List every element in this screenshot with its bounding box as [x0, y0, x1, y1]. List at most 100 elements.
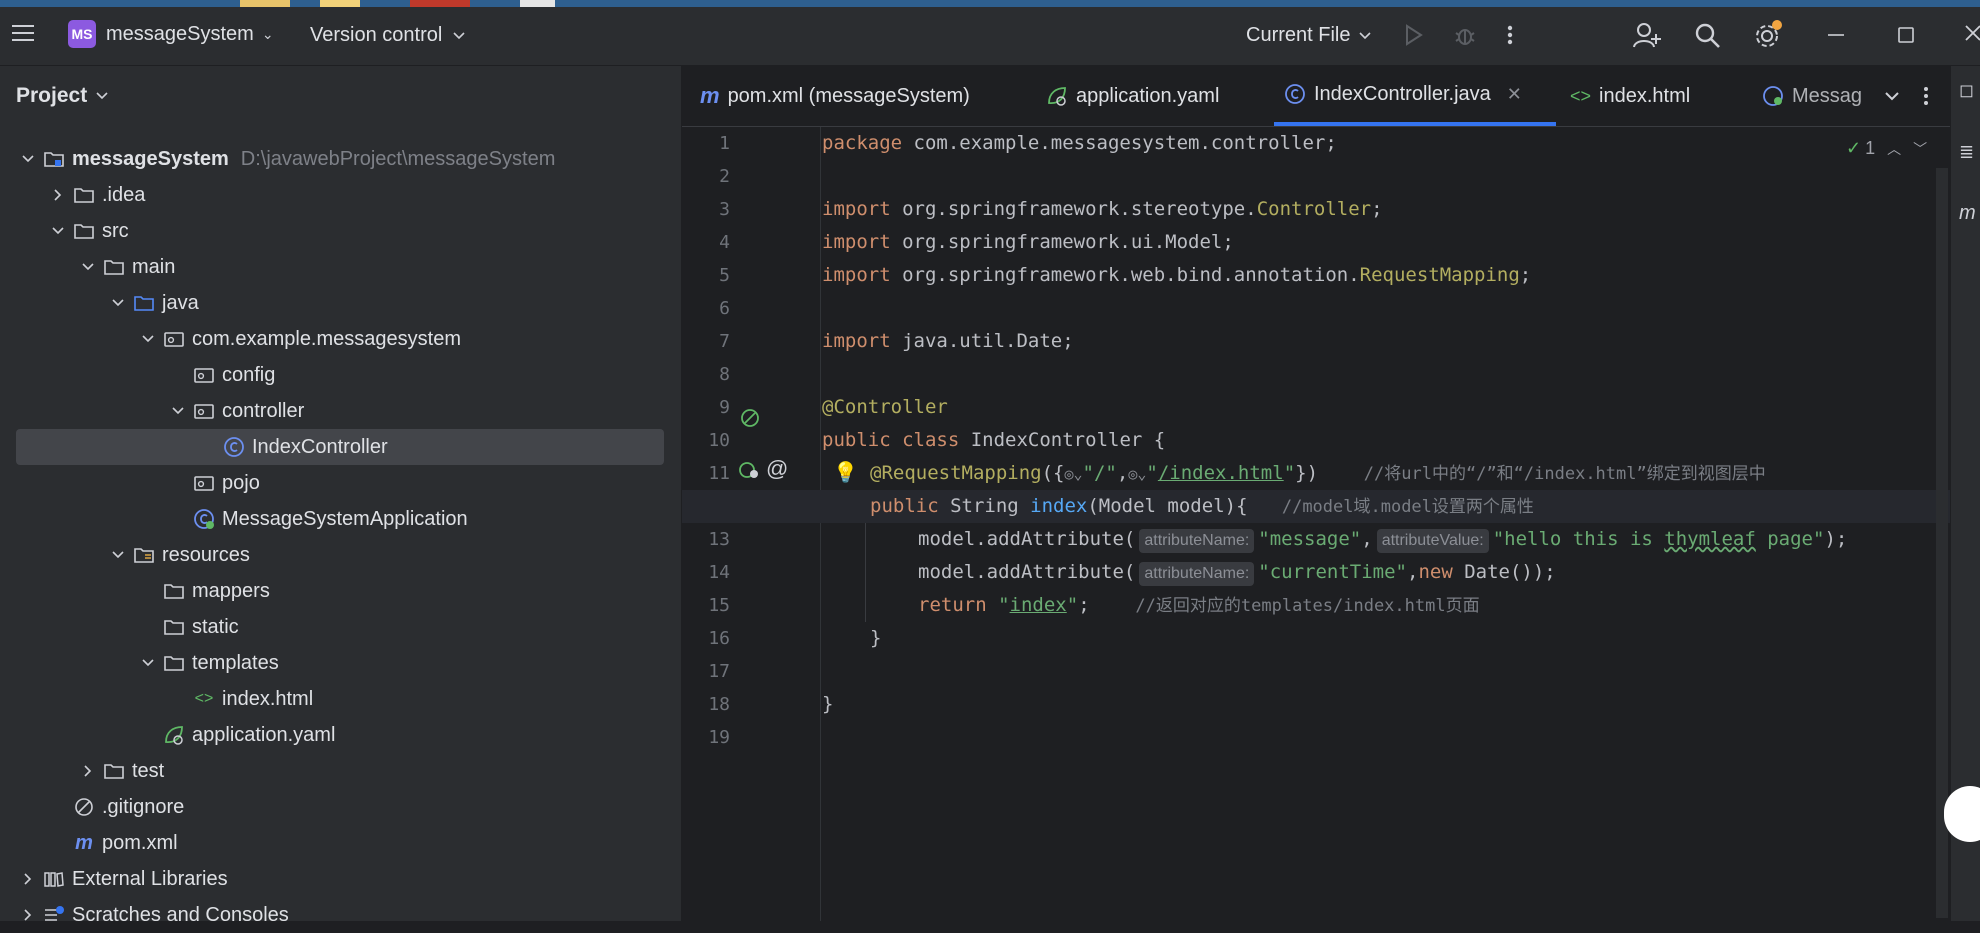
tree-item-label: pom.xml	[102, 831, 178, 854]
tree-item[interactable]: messageSystem D:\javawebProject\messageSy…	[0, 141, 681, 177]
chevron-down-icon[interactable]	[108, 545, 128, 565]
libs-icon	[42, 868, 66, 890]
editor-gutter: 12345678910111213141516171819 @	[682, 127, 821, 921]
project-badge: MS	[68, 20, 96, 48]
code-line-1: package com.example.messagesystem.contro…	[822, 132, 1337, 154]
code-editor[interactable]: package com.example.messagesystem.contro…	[682, 127, 1980, 921]
tab-more-icon[interactable]	[1922, 66, 1930, 126]
project-path: D:\javawebProject\messageSystem	[240, 147, 556, 170]
chevron-down-icon[interactable]	[48, 221, 68, 241]
tree-item-label: .idea	[102, 183, 146, 206]
close-tab-icon[interactable]: ✕	[1507, 84, 1522, 105]
database-icon[interactable]: ≣	[1959, 142, 1974, 163]
tree-item-label: controller	[222, 399, 305, 422]
tree-item[interactable]: main	[0, 249, 681, 285]
lightbulb-icon[interactable]: 💡	[833, 460, 858, 485]
settings-gear-icon[interactable]	[1752, 19, 1784, 51]
srcfolder-icon	[132, 292, 156, 314]
tree-item[interactable]: .gitignore	[0, 789, 681, 825]
add-user-icon[interactable]	[1632, 20, 1662, 50]
chevron-down-icon[interactable]	[78, 257, 98, 277]
chevron-right-icon[interactable]	[78, 761, 98, 781]
tree-item[interactable]: IndexController	[0, 429, 681, 465]
more-actions-icon[interactable]	[1505, 23, 1515, 47]
tree-item[interactable]: External Libraries	[0, 861, 681, 897]
tree-item[interactable]: resources	[0, 537, 681, 573]
project-view-selector[interactable]: Project	[16, 84, 109, 108]
maximize-window-icon[interactable]	[1896, 25, 1916, 45]
project-view-title: Project	[16, 84, 88, 107]
tab-messagesystemapplication[interactable]: Messag	[1762, 66, 1872, 126]
tab-label: Messag	[1792, 84, 1863, 107]
tree-item[interactable]: application.yaml	[0, 717, 681, 753]
debug-icon[interactable]	[1452, 23, 1478, 47]
tree-item[interactable]: test	[0, 753, 681, 789]
code-line-14: model.addAttribute(attributeName: "curren…	[918, 556, 1556, 589]
tab-application-yaml[interactable]: application.yaml	[1046, 66, 1219, 126]
chevron-down-icon[interactable]	[168, 401, 188, 421]
tab-index-html[interactable]: <> index.html	[1570, 66, 1690, 126]
folder-icon	[72, 220, 96, 242]
tree-item[interactable]: src	[0, 213, 681, 249]
version-control-menu[interactable]: Version control	[310, 24, 466, 47]
tree-item-label: index.html	[222, 687, 314, 710]
tree-item[interactable]: m pom.xml	[0, 825, 681, 861]
request-mapping-icon[interactable]	[737, 459, 761, 481]
tree-item[interactable]: Scratches and Consoles	[0, 897, 681, 933]
inlay-hint: attributeName:	[1139, 562, 1255, 586]
tree-item-label: main	[132, 255, 176, 278]
tab-pom-xml[interactable]: m pom.xml (messageSystem)	[700, 66, 970, 126]
endpoint-at-icon[interactable]: @	[766, 456, 788, 482]
maven-icon[interactable]: m	[1959, 202, 1976, 225]
tree-item[interactable]: <> index.html	[0, 681, 681, 717]
html-file-icon: <>	[1570, 85, 1592, 106]
yaml-icon	[162, 724, 186, 746]
tree-item[interactable]: java	[0, 285, 681, 321]
minimize-window-icon[interactable]	[1826, 25, 1846, 45]
web-link-icon[interactable]: ◎⌄	[1064, 465, 1082, 483]
line-number: 9	[719, 397, 730, 418]
web-link-icon[interactable]: ◎⌄	[1128, 465, 1146, 483]
line-number: 2	[719, 166, 730, 187]
tree-item[interactable]: .idea	[0, 177, 681, 213]
chevron-right-icon[interactable]	[18, 905, 38, 925]
code-line-7: import java.util.Date;	[822, 330, 1074, 352]
editor-tabs: m pom.xml (messageSystem) application.ya…	[682, 66, 1950, 127]
html-icon: <>	[194, 690, 214, 707]
tree-item[interactable]: com.example.messagesystem	[0, 321, 681, 357]
tree-item-label: test	[132, 759, 165, 782]
tab-label: pom.xml (messageSystem)	[727, 84, 970, 107]
tree-item-label: src	[102, 219, 129, 242]
tree-item[interactable]: config	[0, 357, 681, 393]
project-switcher[interactable]: MS messageSystem ⌄	[68, 20, 274, 48]
main-menu-icon[interactable]	[10, 21, 36, 45]
line-number: 13	[708, 529, 730, 550]
tree-item[interactable]: MessageSystemApplication	[0, 501, 681, 537]
chevron-right-icon[interactable]	[18, 869, 38, 889]
chevron-down-icon[interactable]	[108, 293, 128, 313]
tabs-dropdown-icon[interactable]	[1884, 66, 1900, 126]
chevron-down-icon[interactable]	[138, 329, 158, 349]
tree-item[interactable]: mappers	[0, 573, 681, 609]
run-icon[interactable]	[1402, 23, 1424, 47]
close-window-icon[interactable]	[1964, 23, 1980, 45]
chevron-down-icon[interactable]	[18, 149, 38, 169]
chevron-right-icon[interactable]	[48, 185, 68, 205]
tree-item-label: MessageSystemApplication	[222, 507, 468, 530]
notifications-icon[interactable]: ◻	[1959, 80, 1974, 101]
tree-item[interactable]: templates	[0, 645, 681, 681]
tree-item[interactable]: controller	[0, 393, 681, 429]
maven-icon: m	[700, 83, 720, 108]
tree-item[interactable]: pojo	[0, 465, 681, 501]
spring-bean-icon[interactable]	[739, 407, 761, 429]
resfolder-icon	[132, 544, 156, 566]
package-icon	[192, 400, 216, 422]
code-line-4: import org.springframework.ui.Model;	[822, 231, 1234, 253]
line-number: 8	[719, 364, 730, 385]
tab-indexcontroller-java[interactable]: IndexController.java ✕	[1274, 66, 1556, 126]
javaclass-icon	[222, 436, 246, 458]
tree-item[interactable]: static	[0, 609, 681, 645]
run-config-selector[interactable]: Current File	[1246, 24, 1372, 47]
chevron-down-icon[interactable]	[138, 653, 158, 673]
search-icon[interactable]	[1694, 22, 1722, 50]
